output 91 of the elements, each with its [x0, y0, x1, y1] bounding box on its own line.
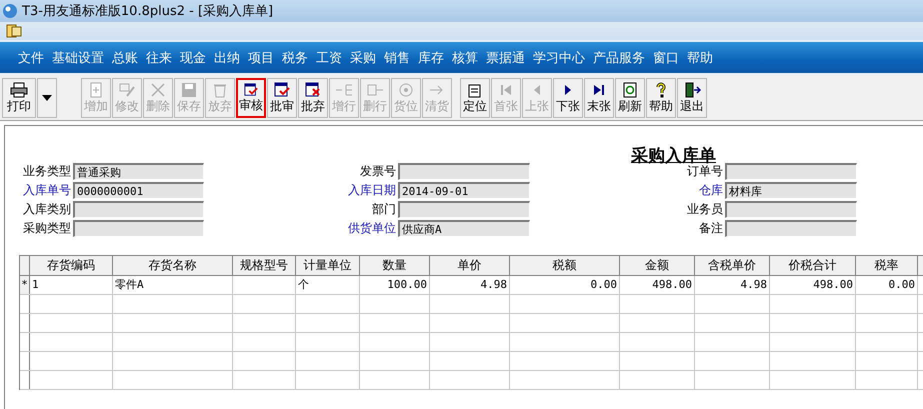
toolbar-button[interactable]: 批审 — [267, 78, 297, 118]
table-cell: 零件A — [113, 276, 233, 294]
printer-icon — [10, 82, 28, 98]
table-cell: 100.00 — [360, 276, 430, 294]
toolbar-button[interactable]: 打印 — [2, 78, 36, 118]
field-label: 备注 — [698, 220, 724, 237]
column-header[interactable]: 数量 — [360, 256, 430, 275]
crossed-document-icon — [304, 82, 322, 98]
menu-item[interactable]: 工资 — [316, 48, 342, 66]
table-cell: 1 — [30, 276, 113, 294]
row-marker: * — [20, 276, 30, 294]
input-field[interactable]: 0000000001 — [73, 182, 204, 199]
input-field[interactable]: 供应商A — [398, 220, 530, 237]
table-cell: 0.00 — [510, 276, 620, 294]
exit-door-icon — [683, 82, 701, 98]
toolbar-button[interactable]: 下张 — [553, 78, 583, 118]
app-logo-icon — [2, 3, 18, 19]
menu-item[interactable]: 销售 — [384, 48, 410, 66]
menu-item[interactable]: 帮助 — [687, 48, 713, 66]
table-cell: 4.98 — [695, 276, 770, 294]
menu-item[interactable]: 总账 — [112, 48, 138, 66]
column-header[interactable]: 税率 — [856, 256, 918, 275]
column-header[interactable]: 税额 — [510, 256, 620, 275]
document-icon[interactable] — [6, 24, 22, 38]
menu-item[interactable]: 采购 — [350, 48, 376, 66]
remove-row-icon — [366, 82, 384, 98]
menu-item[interactable]: 产品服务 — [593, 48, 645, 66]
input-field[interactable] — [398, 163, 530, 180]
cross-icon — [149, 82, 167, 98]
menu-item[interactable]: 现金 — [180, 48, 206, 66]
menu-item[interactable]: 库存 — [418, 48, 444, 66]
field-label: 部门 — [371, 201, 397, 218]
field-label: 业务类型 — [22, 163, 72, 180]
column-header[interactable]: 含税单价 — [695, 256, 770, 275]
toolbar-button[interactable]: 末张 — [584, 78, 614, 118]
column-header[interactable]: 计量单位 — [296, 256, 360, 275]
field-label: 发票号 — [359, 163, 397, 180]
dropdown-button[interactable] — [37, 78, 57, 118]
menu-item[interactable]: 项目 — [248, 48, 274, 66]
table-cell: 498.00 — [620, 276, 695, 294]
column-header[interactable]: 金额 — [620, 256, 695, 275]
menu-item[interactable]: 出纳 — [214, 48, 240, 66]
caret-icon — [42, 94, 52, 100]
input-field[interactable] — [725, 163, 857, 180]
input-field[interactable] — [73, 201, 204, 218]
input-field[interactable]: 普通采购 — [73, 163, 204, 180]
column-header[interactable]: 单价 — [430, 256, 510, 275]
input-field[interactable] — [725, 201, 857, 218]
field-label: 订单号 — [686, 164, 724, 180]
menu-item[interactable]: 窗口 — [653, 48, 679, 66]
table-cell: 4.98 — [430, 276, 510, 294]
pencil-icon — [118, 82, 136, 98]
menu-item[interactable]: 票据通 — [486, 48, 525, 66]
toolbar-button[interactable]: 退出 — [677, 78, 707, 118]
menu-item[interactable]: 学习中心 — [533, 48, 585, 66]
input-field[interactable] — [73, 220, 204, 237]
menu-item[interactable]: 税务 — [282, 48, 308, 66]
insert-row-icon — [335, 82, 353, 98]
input-field[interactable] — [725, 220, 857, 237]
refresh-icon — [621, 82, 639, 98]
field-label: 入库日期 — [347, 182, 397, 199]
toolbar-button[interactable]: 刷新 — [615, 78, 645, 118]
field-label: 业务员 — [686, 201, 724, 218]
column-header[interactable]: 价税合计 — [770, 256, 856, 275]
field-label: 仓库 — [698, 182, 724, 199]
checked-document-icon — [242, 82, 260, 96]
menu-item[interactable]: 核算 — [452, 48, 478, 66]
table-cell: 0.00 — [856, 276, 918, 294]
checked-document-icon — [273, 82, 291, 98]
column-header[interactable]: 规格型号 — [233, 256, 296, 275]
field-label: 供货单位 — [347, 220, 397, 237]
menu-item[interactable]: 基础设置 — [52, 48, 104, 66]
table-cell: 498.00 — [770, 276, 856, 294]
field-label: 入库类别 — [22, 201, 72, 218]
window-title: T3-用友通标准版10.8plus2 - [采购入库单] — [22, 3, 274, 20]
trash-bin-icon — [211, 82, 229, 98]
toolbar-button[interactable]: 审核 — [236, 78, 266, 118]
input-field[interactable]: 材料库 — [725, 182, 857, 199]
toolbar-button[interactable]: 批弃 — [298, 78, 328, 118]
form-title: 采购入库单 — [631, 145, 716, 166]
input-field[interactable]: 2014-09-01 — [398, 182, 530, 199]
table-cell: 个 — [296, 276, 360, 294]
column-header[interactable]: 存货名称 — [113, 256, 233, 275]
menu-item[interactable]: 往来 — [146, 48, 172, 66]
field-label: 入库单号 — [22, 182, 72, 199]
menu-item[interactable]: 文件 — [18, 48, 44, 66]
input-field[interactable] — [398, 201, 530, 218]
toolbar-button[interactable]: 定位 — [460, 78, 490, 118]
field-label: 采购类型 — [22, 220, 72, 237]
toolbar-button[interactable]: 帮助 — [646, 78, 676, 118]
column-header[interactable]: 存货编码 — [30, 256, 113, 275]
